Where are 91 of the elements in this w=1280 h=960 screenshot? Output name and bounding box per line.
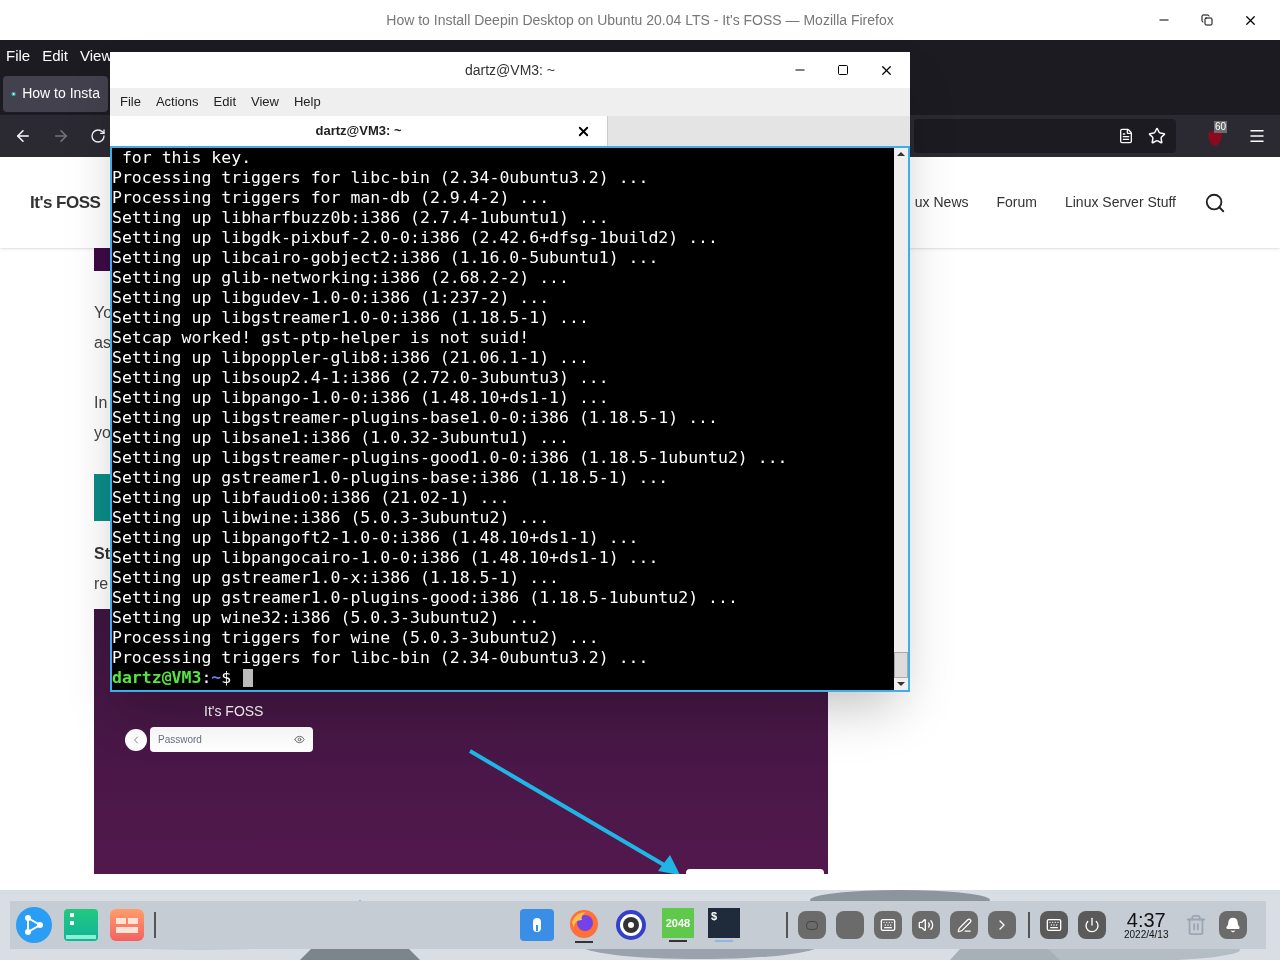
expand-button[interactable] [988,911,1016,939]
terminal-line: Setting up libpangocairo-1.0-0:i386 (1.48.10+ds1-1) ... [112,548,660,568]
terminal-line: Setcap worked! gst-ptp-helper is not suid! [112,328,531,348]
article-banner [94,248,110,271]
site-logo: It's FOSS [30,191,101,214]
menu-item[interactable]: View [251,92,279,112]
terminal-line: Setting up libpangoft2-1.0-0:i386 (1.48.10+ds1-1) ... [112,528,640,548]
address-bar[interactable] [914,119,1176,153]
window-title: dartz@VM3: ~ [463,60,557,80]
menu-item[interactable]: Help [293,92,321,112]
back-button[interactable] [14,127,32,145]
paragraph-text: In [94,393,108,413]
terminal-line: Setting up libfaudio0:i386 (21.02-1) ... [112,488,511,508]
window-title: How to Install Deepin Desktop on Ubuntu 20.04 LTS - It's FOSS — Mozilla Firefox [385,10,895,30]
pen-button[interactable] [950,911,978,939]
prompt-path: ~ [211,668,222,688]
keyboard-layout-button[interactable] [1040,911,1068,939]
keyboard-icon [880,917,896,933]
menu-item[interactable]: Edit [213,92,236,112]
keyboard-button[interactable] [874,911,902,939]
desktop-button[interactable] [798,911,826,939]
bookmark-icon [1148,127,1166,145]
extension-badge: 60 [1214,121,1228,133]
multitask-icon[interactable] [110,909,144,941]
reader-view-icon [1118,128,1134,144]
terminal-line: Setting up libharfbuzz0b:i386 (2.7.4-1ubuntu1) ... [112,208,610,228]
menu-item[interactable]: File [120,92,141,112]
maximize-icon [837,64,849,76]
volume-button[interactable] [912,911,940,939]
login-name: It's FOSS [204,702,264,721]
terminal-line: Processing triggers for libc-bin (2.34-0ubuntu3.2) ... [112,648,650,668]
terminal-line: Processing triggers for man-db (2.9.4-2) ... [112,188,551,208]
prompt-separator: : [201,668,212,688]
nav-link[interactable]: Forum [996,192,1037,213]
nav-link[interactable]: ux News [914,192,969,213]
scroll-thumb[interactable] [894,652,908,678]
power-button[interactable] [1078,911,1106,939]
eye-icon [294,734,305,745]
browser-tab[interactable]: How to Insta [3,75,108,112]
notification-button[interactable] [1218,911,1247,939]
menu-item[interactable]: Actions [155,92,199,112]
paragraph-text: as [94,333,111,353]
keyboard-icon [1046,917,1062,933]
password-field: Password [150,727,313,752]
text-cursor [243,669,254,687]
terminal-line: Processing triggers for libc-bin (2.34-0ubuntu3.2) ... [112,168,650,188]
menu-item[interactable]: Edit [42,44,69,68]
terminal-line: Setting up libgstreamer-plugins-good1.0-0:i386 (1.18.5-1ubuntu2) ... [112,448,789,468]
prompt-user: dartz@VM3 [112,668,202,688]
terminal-tab[interactable]: dartz@VM3: ~ [110,116,608,146]
terminal-line: Setting up libsoup2.4-1:i386 (2.72.0-3ubuntu3) ... [112,368,610,388]
menu-button[interactable] [1248,127,1266,145]
terminal-line: Processing triggers for wine (5.0.3-3ubuntu2) ... [112,628,600,648]
terminal-line: for this key. [120,148,253,168]
terminal-line: Setting up libgstreamer-plugins-base1.0-0:i386 (1.18.5-1) ... [112,408,719,428]
tray-button[interactable] [836,911,864,939]
clock-time: 4:37 [1126,910,1166,930]
back-icon [125,729,147,751]
browser-icon[interactable] [568,907,600,943]
terminal-line: Setting up libwine:i386 (5.0.3-3ubuntu2) ... [112,508,551,528]
paragraph-text: yo [94,423,111,443]
nav-link[interactable]: Linux Server Stuff [1064,192,1176,213]
menu-item[interactable]: File [6,44,31,68]
terminal-line: Setting up libgdk-pixbuf-2.0-0:i386 (2.42.6+dfsg-1build2) ... [112,228,719,248]
terminal-line: Setting up glib-networking:i386 (2.68.2-2) ... [112,268,570,288]
terminal-line: Setting up libsane1:i386 (1.0.32-3ubuntu1) ... [112,428,570,448]
reload-button[interactable] [90,128,106,144]
restore-icon [1201,14,1213,26]
terminal-line: Setting up libpoppler-glib8:i386 (21.06.1-1) ... [112,348,590,368]
terminal-line: Setting up gstreamer1.0-plugins-good:i386 (1.18.5-1ubuntu2) ... [112,588,739,608]
search-icon[interactable] [1204,191,1226,214]
terminal-line: Setting up gstreamer1.0-x:i386 (1.18.5-1) ... [112,568,561,588]
app-store-icon[interactable] [520,909,554,941]
file-manager-icon[interactable] [64,909,98,941]
prompt-symbol: $ [221,668,232,688]
volume-icon [918,917,934,933]
terminal-line: Setting up libgudev-1.0-0:i386 (1:237-2) ... [112,288,551,308]
terminal-line: Setting up libpango-1.0-0:i386 (1.48.10+ds1-1) ... [112,388,610,408]
terminal-line: Setting up wine32:i386 (5.0.3-3ubuntu2) ... [112,608,541,628]
launcher-icon[interactable] [16,907,52,943]
terminal-line: Setting up libgstreamer1.0-0:i386 (1.18.5-1) ... [112,308,590,328]
power-icon [1084,917,1100,933]
section-heading: St [94,544,110,564]
terminal-line: Setting up libcairo-gobject2:i386 (1.16.0-5ubuntu1) ... [112,248,660,268]
pen-icon [956,917,972,933]
forward-button[interactable] [52,127,70,145]
scrollbar[interactable] [894,148,908,690]
clock-date: 2022/4/13 [1124,930,1169,940]
paragraph-text: re [94,574,109,594]
terminal-line: Setting up gstreamer1.0-plugins-base:i386 (1.18.5-1) ... [112,468,670,488]
bell-icon [1224,917,1241,933]
